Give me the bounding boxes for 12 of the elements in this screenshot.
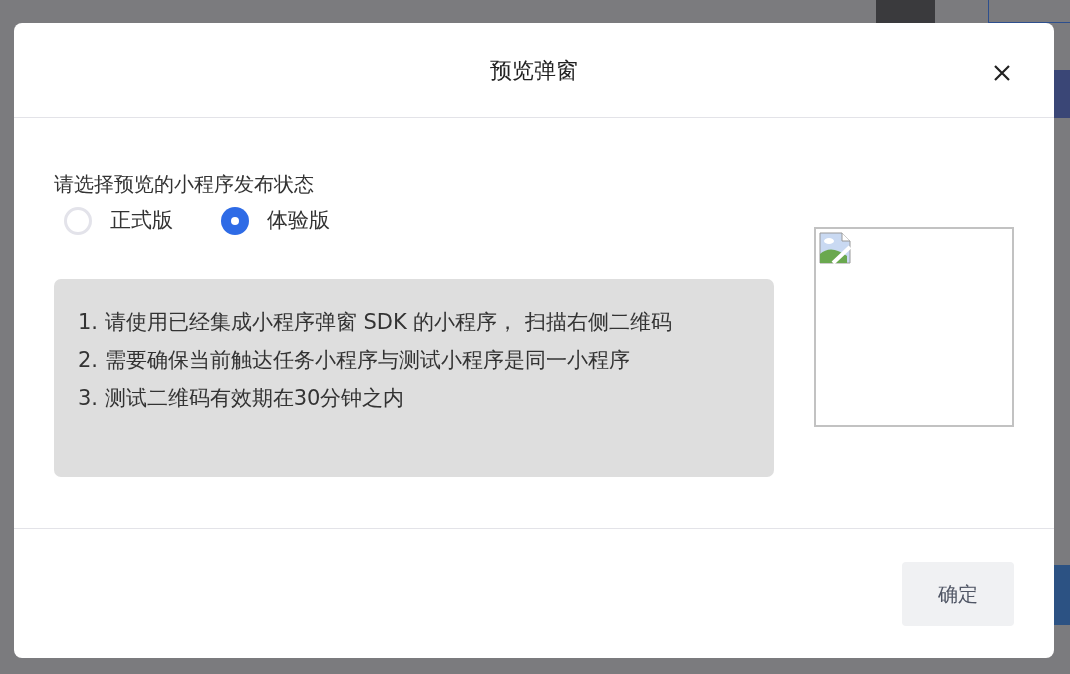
instruction-text: 2. 需要确保当前触达任务小程序与测试小程序是同一小程序: [78, 346, 631, 374]
broken-image-icon: [819, 232, 851, 264]
radio-option[interactable]: 体验版: [221, 205, 330, 237]
radio-option[interactable]: 正式版: [64, 205, 173, 237]
background-bar: [1054, 70, 1070, 118]
dialog-title: 预览弹窗: [490, 56, 578, 85]
background-panel: [876, 0, 935, 23]
close-icon: [992, 62, 1012, 83]
confirm-button[interactable]: 确定: [902, 562, 1014, 626]
prompt-text: 请选择预览的小程序发布状态: [54, 171, 315, 197]
instruction-text: 3. 测试二维码有效期在30分钟之内: [78, 384, 406, 412]
instruction-text: 1. 请使用已经集成小程序弹窗 SDK 的小程序， 扫描右侧二维码: [78, 308, 673, 336]
